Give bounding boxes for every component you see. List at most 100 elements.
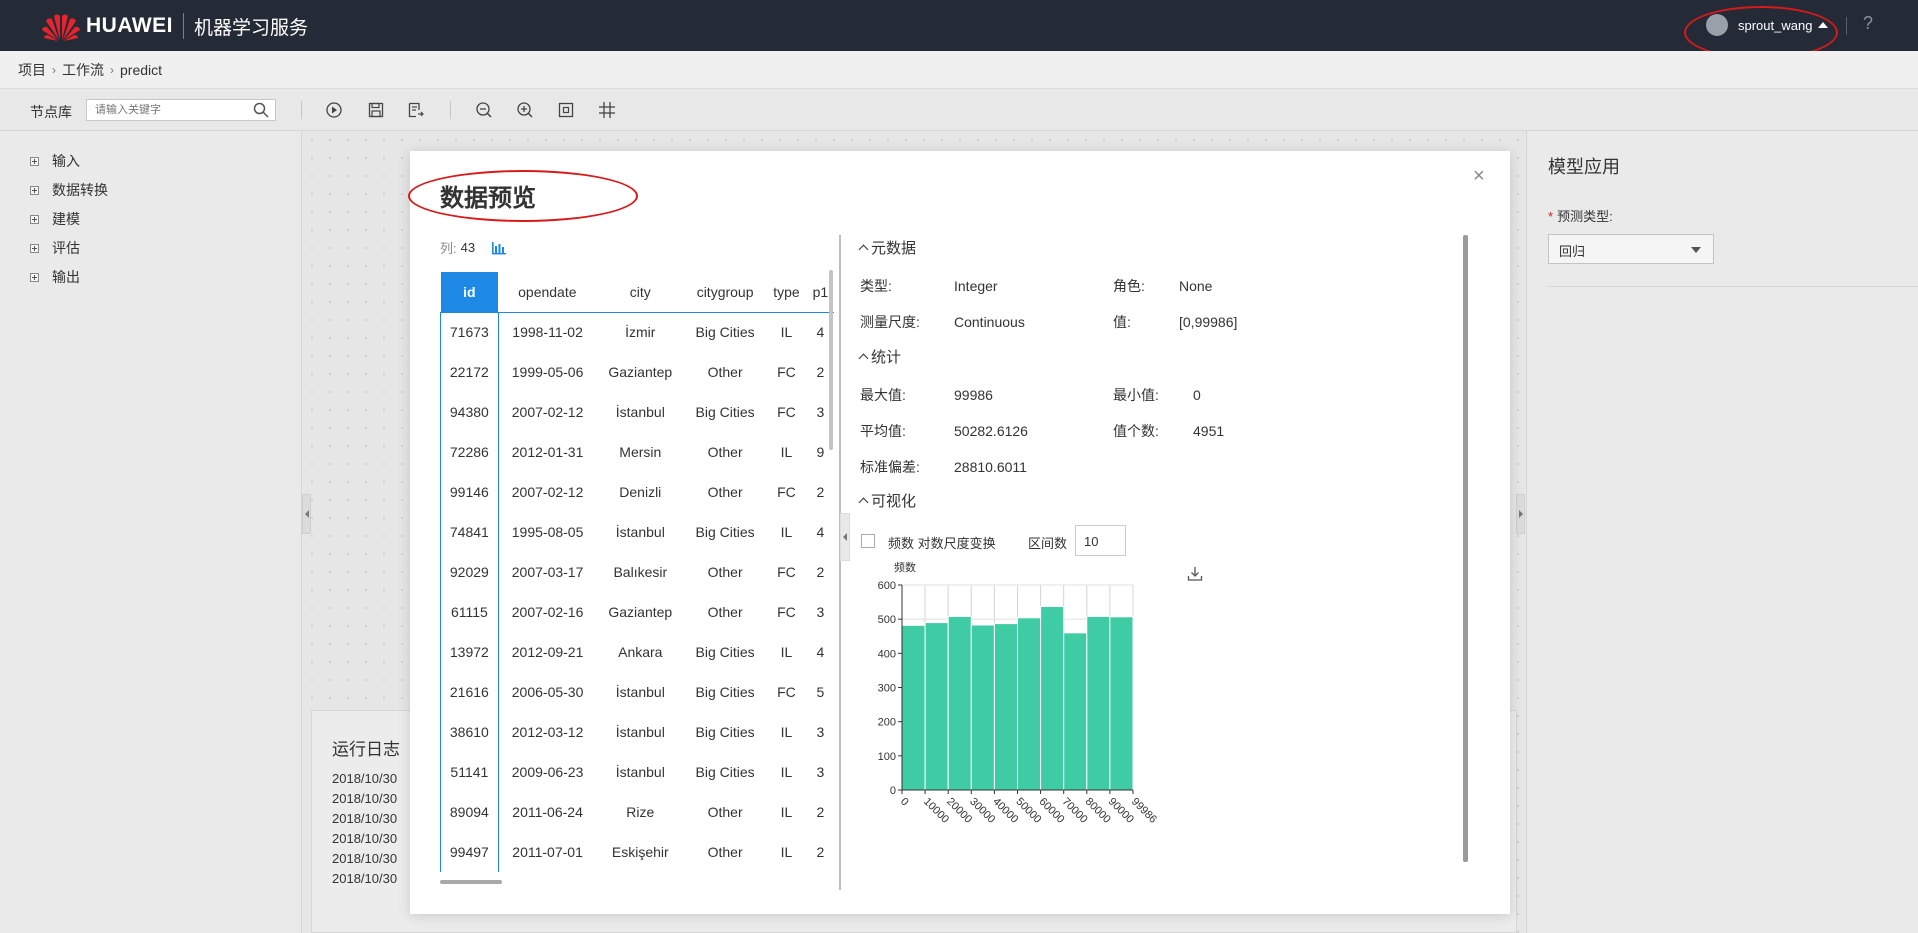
save-icon[interactable] xyxy=(366,100,386,120)
table-horizontal-scrollbar[interactable] xyxy=(440,880,502,884)
bins-input[interactable]: 10 xyxy=(1075,525,1126,556)
run-icon[interactable] xyxy=(324,100,344,120)
expand-icon[interactable] xyxy=(30,243,39,253)
table-row[interactable]: 99497 2011-07-01 Eskişehir Other IL 2 xyxy=(440,832,835,872)
cell-opendate: 1999-05-06 xyxy=(511,364,584,380)
panel-splitter xyxy=(839,235,841,890)
x-tick-label: 0 xyxy=(898,796,911,809)
cell-id: 13972 xyxy=(440,632,499,672)
y-tick-label: 200 xyxy=(878,717,896,729)
cell-p1: 2 xyxy=(816,484,825,500)
table-row[interactable]: 89094 2011-06-24 Rize Other IL 2 xyxy=(440,792,835,832)
table-row[interactable]: 99146 2007-02-12 Denizli Other FC 2 xyxy=(440,472,835,512)
cell-city: Balıkesir xyxy=(613,564,668,580)
panel-title: 模型应用 xyxy=(1548,157,1620,177)
breadcrumb-workflow[interactable]: 工作流 xyxy=(62,60,104,80)
cell-type: FC xyxy=(777,484,796,500)
histogram-bar xyxy=(1086,615,1111,791)
histogram-bar xyxy=(1040,606,1065,791)
metadata-section-header[interactable]: 元数据 xyxy=(858,237,916,258)
sidebar-item-output[interactable]: 输出 xyxy=(30,267,80,287)
sidebar-item-input[interactable]: 输入 xyxy=(30,151,80,171)
triangle-left-icon xyxy=(843,533,847,541)
histogram-bar xyxy=(1063,632,1088,791)
node-library-sidebar: 输入 数据转换 建模 评估 输出 xyxy=(0,131,302,933)
log-line: 2018/10/30 xyxy=(332,791,398,806)
stat-min: 最小值: 0 xyxy=(1113,385,1201,405)
huawei-logo[interactable]: HUAWEI 机器学习服务 xyxy=(40,9,308,43)
zoom-in-icon[interactable] xyxy=(515,100,535,120)
cell-opendate: 2009-06-23 xyxy=(511,764,584,780)
expand-icon[interactable] xyxy=(30,185,39,195)
user-menu[interactable]: sprout_wang xyxy=(1706,14,1829,36)
sidebar-item-evaluation[interactable]: 评估 xyxy=(30,238,80,258)
column-header-city[interactable]: city xyxy=(596,272,685,313)
username: sprout_wang xyxy=(1738,17,1813,33)
value: Integer xyxy=(954,278,998,294)
value: Continuous xyxy=(954,314,1025,330)
expand-icon[interactable] xyxy=(30,214,39,224)
zoom-out-icon[interactable] xyxy=(474,100,494,120)
stat-mean: 平均值: 50282.6126 xyxy=(860,421,1028,441)
table-vertical-scrollbar[interactable] xyxy=(829,270,833,450)
sidebar-item-modeling[interactable]: 建模 xyxy=(30,209,80,229)
expand-icon[interactable] xyxy=(30,156,39,166)
cell-type: IL xyxy=(780,524,793,540)
fit-screen-icon[interactable] xyxy=(556,100,576,120)
table-row[interactable]: 74841 1995-08-05 İstanbul Big Cities IL 4 xyxy=(440,512,835,552)
sidebar-item-data-transform[interactable]: 数据转换 xyxy=(30,180,108,200)
collapse-right-panel-button[interactable] xyxy=(1516,494,1525,534)
table-row[interactable]: 38610 2012-03-12 İstanbul Big Cities IL 3 xyxy=(440,712,835,752)
splitter-toggle-button[interactable] xyxy=(840,513,850,561)
stat-max: 最大值: 99986 xyxy=(860,385,993,405)
column-header-opendate[interactable]: opendate xyxy=(498,272,597,313)
column-header-id[interactable]: id xyxy=(440,272,499,313)
toolbar-divider xyxy=(450,101,451,119)
breadcrumb-project[interactable]: 项目 xyxy=(18,60,46,80)
table-row[interactable]: 21616 2006-05-30 İstanbul Big Cities FC 5 xyxy=(440,672,835,712)
cell-city: İstanbul xyxy=(615,524,665,540)
bar-chart-icon[interactable] xyxy=(491,241,507,255)
cell-id: 74841 xyxy=(440,512,499,552)
chevron-right-icon: › xyxy=(52,62,56,77)
details-scrollbar[interactable] xyxy=(1463,235,1468,862)
model-apply-panel: 模型应用 * 预测类型: 回归 xyxy=(1526,131,1918,933)
help-icon[interactable]: ? xyxy=(1863,13,1873,34)
logo-divider xyxy=(183,13,184,39)
visualization-section-header[interactable]: 可视化 xyxy=(858,490,916,511)
cell-opendate: 2012-09-21 xyxy=(511,644,584,660)
prediction-type-select[interactable]: 回归 xyxy=(1548,234,1714,264)
column-header-type[interactable]: type xyxy=(766,272,807,313)
table-row[interactable]: 51141 2009-06-23 İstanbul Big Cities IL 3 xyxy=(440,752,835,792)
table-row[interactable]: 94380 2007-02-12 İstanbul Big Cities FC 3 xyxy=(440,392,835,432)
cell-citygroup: Big Cities xyxy=(695,764,755,780)
table-row[interactable]: 61115 2007-02-16 Gaziantep Other FC 3 xyxy=(440,592,835,632)
run-log-lines: 2018/10/30 2018/10/30 2018/10/30 2018/10… xyxy=(332,769,397,889)
log-scale-checkbox[interactable] xyxy=(861,534,875,548)
collapse-left-panel-button[interactable] xyxy=(302,494,311,534)
cell-p1: 3 xyxy=(816,604,825,620)
cell-citygroup: Other xyxy=(707,564,743,580)
x-tick-label: 30000 xyxy=(967,796,997,826)
save-as-icon[interactable] xyxy=(406,100,426,120)
column-header-citygroup[interactable]: citygroup xyxy=(684,272,767,313)
y-axis-label: 频数 xyxy=(894,560,916,574)
expand-icon[interactable] xyxy=(30,272,39,282)
table-row[interactable]: 22172 1999-05-06 Gaziantep Other FC 2 xyxy=(440,352,835,392)
grid-icon[interactable] xyxy=(597,100,617,120)
table-row[interactable]: 72286 2012-01-31 Mersin Other IL 9 xyxy=(440,432,835,472)
search-input[interactable] xyxy=(87,100,247,120)
table-row[interactable]: 71673 1998-11-02 İzmir Big Cities IL 4 xyxy=(440,312,835,352)
search-icon[interactable] xyxy=(253,102,269,118)
chevron-up-icon xyxy=(858,244,869,255)
table-row[interactable]: 92029 2007-03-17 Balıkesir Other FC 2 xyxy=(440,552,835,592)
close-icon[interactable]: × xyxy=(1473,165,1485,188)
table-row[interactable]: 13972 2012-09-21 Ankara Big Cities IL 4 xyxy=(440,632,835,672)
data-preview-dialog: 数据预览 × 列: 43 id opendate city citygroup … xyxy=(410,151,1510,914)
column-count-value: 43 xyxy=(460,240,476,255)
log-line: 2018/10/30 xyxy=(332,851,398,866)
cell-id: 72286 xyxy=(440,432,499,472)
statistics-section-header[interactable]: 统计 xyxy=(858,346,901,367)
label: 最大值: xyxy=(860,387,906,403)
download-icon[interactable] xyxy=(1187,566,1203,582)
